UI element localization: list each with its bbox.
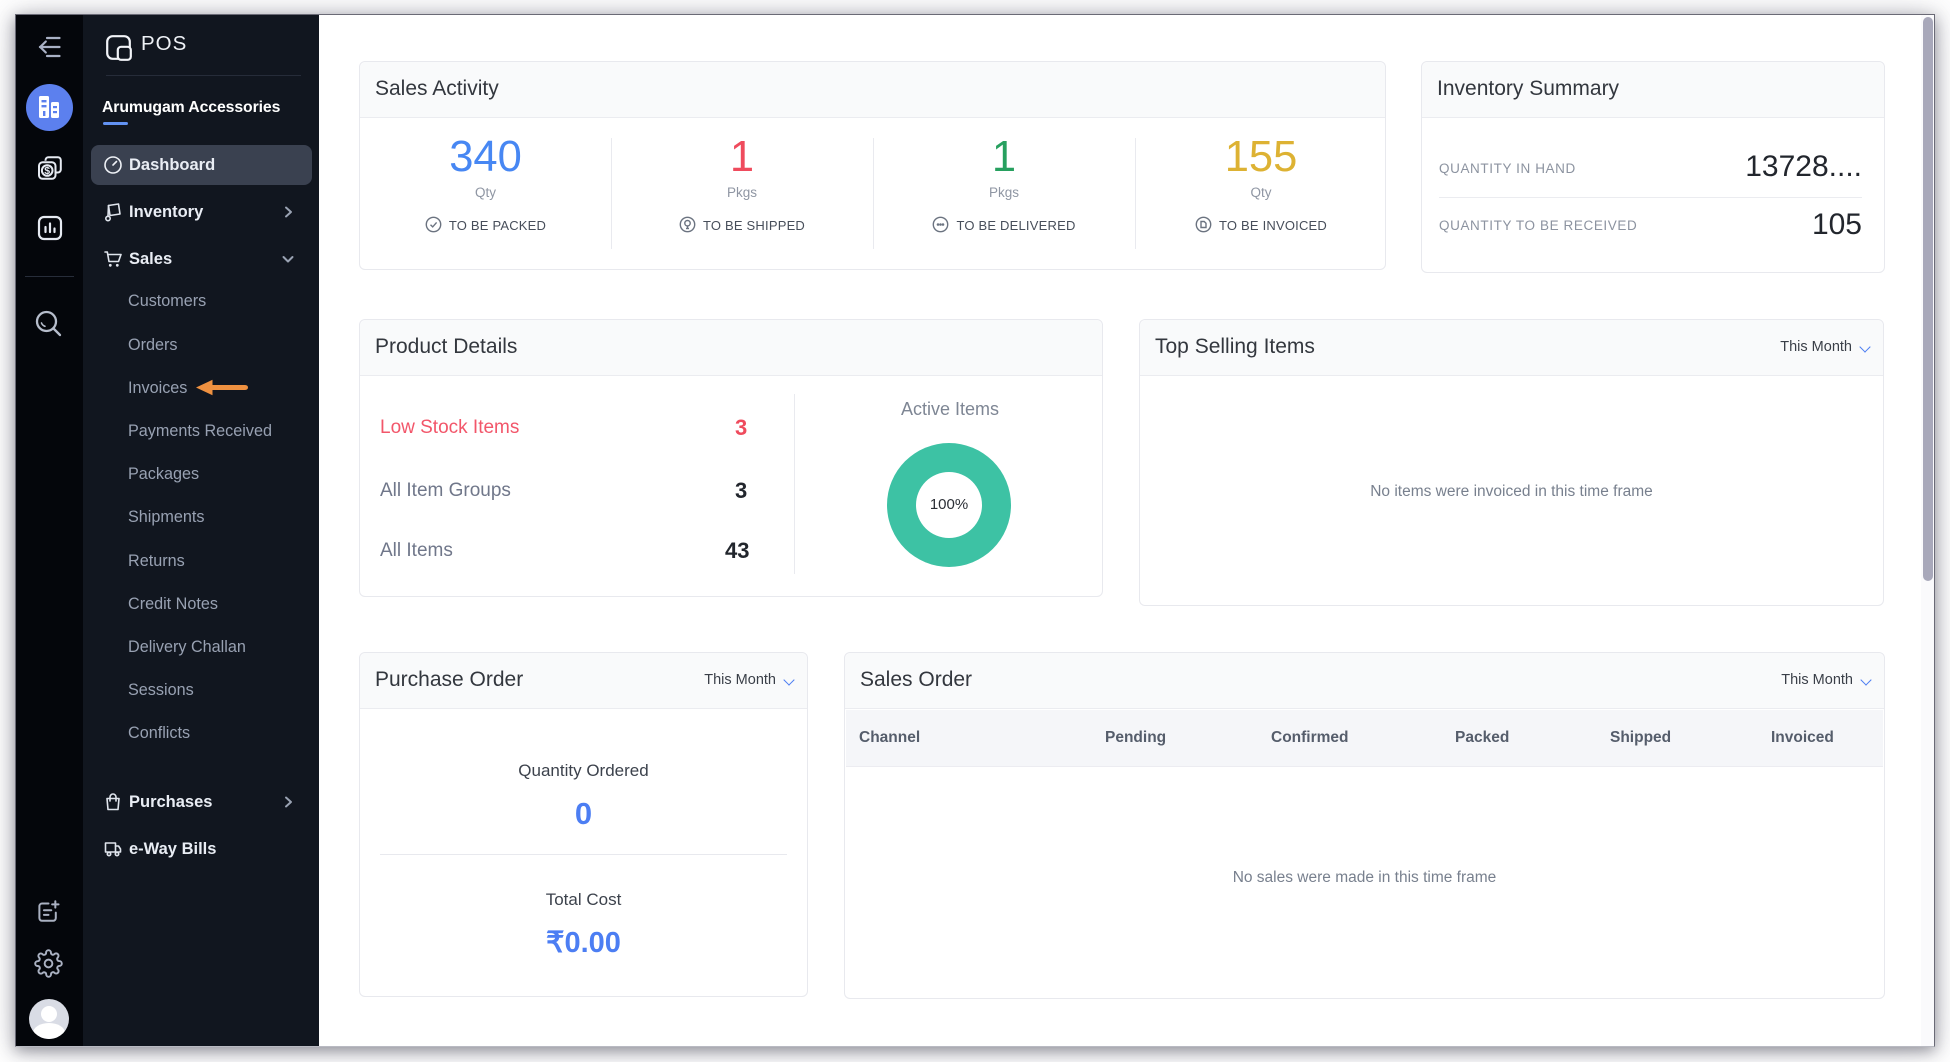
svg-text:$: $ [44,165,50,177]
